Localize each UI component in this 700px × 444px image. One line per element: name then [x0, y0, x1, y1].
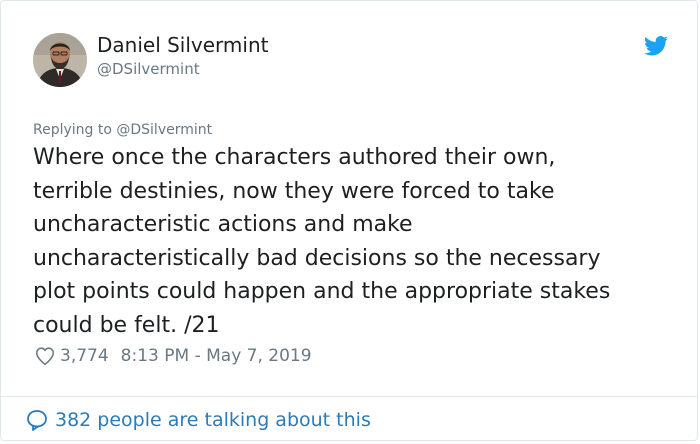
- author-handle[interactable]: @DSilvermint: [97, 59, 200, 79]
- like-count[interactable]: 3,774: [60, 346, 109, 366]
- tweet-card: Daniel Silvermint @DSilvermint Replying …: [0, 0, 698, 441]
- twitter-bird-icon[interactable]: [644, 36, 668, 56]
- conversation-link[interactable]: 382 people are talking about this: [25, 407, 371, 433]
- divider: [1, 396, 697, 397]
- replying-to-label[interactable]: Replying to @DSilvermint: [33, 121, 212, 139]
- person-avatar-icon: [33, 33, 87, 87]
- author-display-name[interactable]: Daniel Silvermint: [97, 33, 268, 57]
- heart-icon[interactable]: [34, 345, 56, 367]
- speech-bubble-icon: [27, 410, 47, 431]
- tweet-meta: 3,774 8:13 PM - May 7, 2019: [34, 344, 312, 368]
- tweet-text: Where once the characters authored their…: [33, 145, 611, 338]
- avatar[interactable]: [33, 33, 87, 87]
- conversation-label[interactable]: 382 people are talking about this: [55, 409, 371, 431]
- tweet-timestamp[interactable]: 8:13 PM - May 7, 2019: [121, 346, 312, 366]
